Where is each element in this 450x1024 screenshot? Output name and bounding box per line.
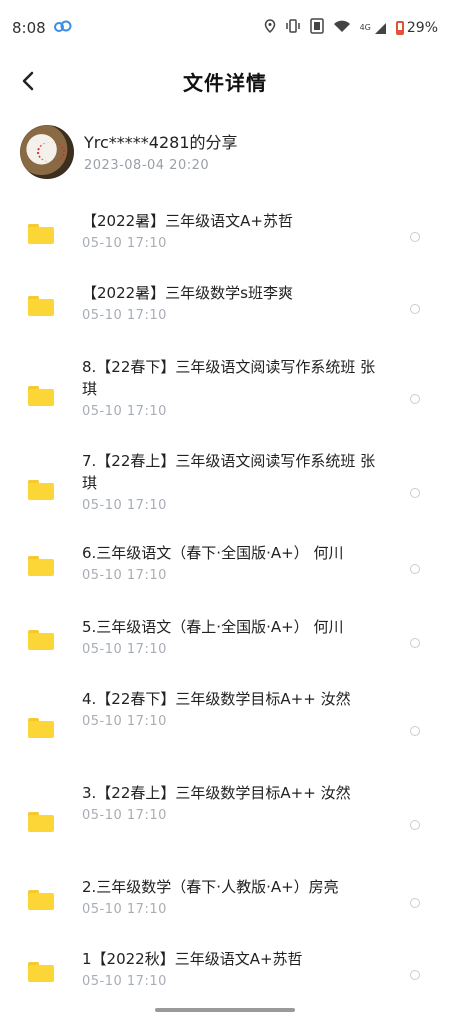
folder-icon xyxy=(28,556,54,576)
status-right: 4G 29% xyxy=(264,18,438,38)
select-radio[interactable] xyxy=(410,898,420,908)
owner-name: Yrc*****4281的分享 xyxy=(84,132,238,152)
folder-icon xyxy=(28,224,54,244)
chevron-left-icon xyxy=(22,71,34,91)
battery-fill xyxy=(397,30,402,33)
file-list-item[interactable]: 2.三年级数学（春下·人教版·A+）房亮 05-10 17:10 xyxy=(0,876,450,948)
file-time: 05-10 17:10 xyxy=(82,568,167,583)
file-text: 8.【22春下】三年级语文阅读写作系统班 张琪 05-10 17:10 xyxy=(82,356,382,419)
select-radio[interactable] xyxy=(410,394,420,404)
folder-icon xyxy=(28,296,54,316)
select-radio[interactable] xyxy=(410,488,420,498)
home-indicator[interactable] xyxy=(155,1008,295,1012)
vibrate-icon xyxy=(285,19,301,37)
folder-icon xyxy=(28,386,54,406)
status-bar: 8:08 4G 29% xyxy=(0,0,450,56)
owner-info: Yrc*****4281的分享 2023-08-04 20:20 xyxy=(84,132,238,173)
signal-icon: 4G xyxy=(360,22,387,35)
folder-icon xyxy=(28,890,54,910)
file-text: 5.三年级语文（春上·全国版·A+） 何川 05-10 17:10 xyxy=(82,616,382,657)
header: 文件详情 xyxy=(0,56,450,106)
file-time: 05-10 17:10 xyxy=(82,642,167,657)
select-radio[interactable] xyxy=(410,304,420,314)
battery-text: 29% xyxy=(406,20,438,36)
file-list-item[interactable]: 4.【22春下】三年级数学目标A++ 汝然 05-10 17:10 xyxy=(0,688,450,782)
select-radio[interactable] xyxy=(410,564,420,574)
folder-icon xyxy=(28,812,54,832)
back-button[interactable] xyxy=(14,67,42,95)
battery-icon xyxy=(395,21,404,35)
folder-icon xyxy=(28,480,54,500)
file-time: 05-10 17:10 xyxy=(82,404,167,419)
location-icon xyxy=(264,19,276,37)
file-time: 05-10 17:10 xyxy=(82,974,167,989)
file-time: 05-10 17:10 xyxy=(82,236,167,251)
file-name: 5.三年级语文（春上·全国版·A+） 何川 xyxy=(82,618,344,636)
file-list-item[interactable]: 6.三年级语文（春下·全国版·A+） 何川 05-10 17:10 xyxy=(0,542,450,616)
share-owner: Yrc*****4281的分享 2023-08-04 20:20 xyxy=(20,124,440,180)
baseball-stitch xyxy=(37,142,65,162)
file-name: 2.三年级数学（春下·人教版·A+）房亮 xyxy=(82,878,339,896)
file-time: 05-10 17:10 xyxy=(82,498,167,513)
file-list-item[interactable]: 5.三年级语文（春上·全国版·A+） 何川 05-10 17:10 xyxy=(0,616,450,688)
select-radio[interactable] xyxy=(410,726,420,736)
avatar[interactable] xyxy=(20,125,74,179)
file-list-item[interactable]: 3.【22春上】三年级数学目标A++ 汝然 05-10 17:10 xyxy=(0,782,450,876)
file-name: 7.【22春上】三年级语文阅读写作系统班 张琪 xyxy=(82,452,376,492)
file-list-item[interactable]: 7.【22春上】三年级语文阅读写作系统班 张琪 05-10 17:10 xyxy=(0,450,450,542)
file-name: 1【2022秋】三年级语文A+苏哲 xyxy=(82,950,303,968)
file-text: 【2022暑】三年级语文A+苏哲 05-10 17:10 xyxy=(82,210,382,251)
status-left: 8:08 xyxy=(12,19,72,37)
select-radio[interactable] xyxy=(410,638,420,648)
file-text: 4.【22春下】三年级数学目标A++ 汝然 05-10 17:10 xyxy=(82,688,382,729)
file-list-item[interactable]: 8.【22春下】三年级语文阅读写作系统班 张琪 05-10 17:10 xyxy=(0,356,450,450)
file-text: 【2022暑】三年级数学s班李爽 05-10 17:10 xyxy=(82,282,382,323)
network-badge: 4G xyxy=(359,23,371,32)
file-text: 3.【22春上】三年级数学目标A++ 汝然 05-10 17:10 xyxy=(82,782,382,823)
file-list-item[interactable]: 【2022暑】三年级数学s班李爽 05-10 17:10 xyxy=(0,282,450,356)
file-time: 05-10 17:10 xyxy=(82,808,167,823)
nfc-icon xyxy=(309,18,324,38)
file-time: 05-10 17:10 xyxy=(82,902,167,917)
file-name: 6.三年级语文（春下·全国版·A+） 何川 xyxy=(82,544,344,562)
folder-icon xyxy=(28,718,54,738)
file-text: 1【2022秋】三年级语文A+苏哲 05-10 17:10 xyxy=(82,948,382,989)
folder-icon xyxy=(28,962,54,982)
select-radio[interactable] xyxy=(410,820,420,830)
select-radio[interactable] xyxy=(410,232,420,242)
cloud-app-icon xyxy=(53,20,72,36)
file-text: 2.三年级数学（春下·人教版·A+）房亮 05-10 17:10 xyxy=(82,876,382,917)
battery-indicator: 29% xyxy=(395,20,438,36)
file-name: 【2022暑】三年级语文A+苏哲 xyxy=(82,212,294,230)
file-text: 7.【22春上】三年级语文阅读写作系统班 张琪 05-10 17:10 xyxy=(82,450,382,513)
share-time: 2023-08-04 20:20 xyxy=(84,157,210,173)
file-text: 6.三年级语文（春下·全国版·A+） 何川 05-10 17:10 xyxy=(82,542,382,583)
select-radio[interactable] xyxy=(410,970,420,980)
wifi-icon xyxy=(333,20,351,37)
file-list-item[interactable]: 【2022暑】三年级语文A+苏哲 05-10 17:10 xyxy=(0,210,450,282)
status-time: 8:08 xyxy=(12,19,46,37)
file-time: 05-10 17:10 xyxy=(82,714,167,729)
file-name: 4.【22春下】三年级数学目标A++ 汝然 xyxy=(82,690,351,708)
file-time: 05-10 17:10 xyxy=(82,308,167,323)
file-name: 8.【22春下】三年级语文阅读写作系统班 张琪 xyxy=(82,358,376,398)
page-title: 文件详情 xyxy=(183,70,267,95)
file-name: 【2022暑】三年级数学s班李爽 xyxy=(82,284,293,302)
file-name: 3.【22春上】三年级数学目标A++ 汝然 xyxy=(82,784,351,802)
folder-icon xyxy=(28,630,54,650)
